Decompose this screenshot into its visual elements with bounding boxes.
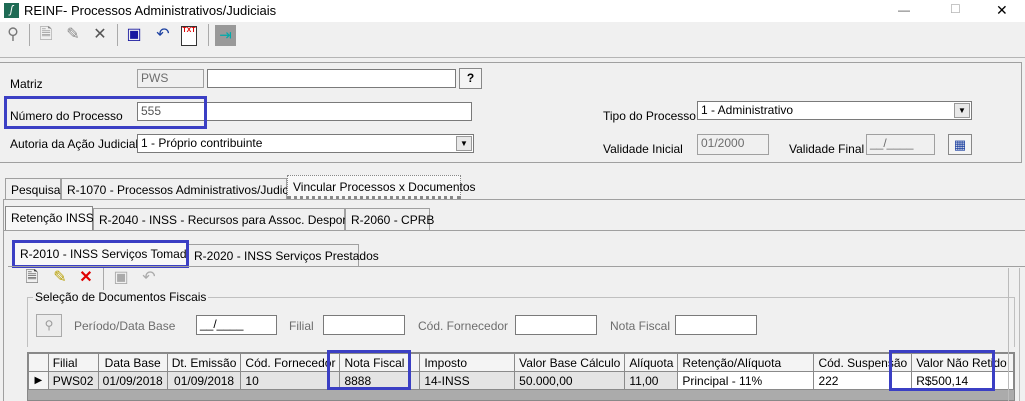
edit-icon[interactable]: ✎: [50, 268, 70, 288]
chevron-down-icon[interactable]: ▼: [456, 136, 472, 151]
numero-processo-field[interactable]: 555: [137, 102, 472, 121]
toolbar-separator: [117, 24, 118, 46]
periodo-label: Período/Data Base: [74, 319, 176, 333]
new-document-icon[interactable]: 🗎: [22, 268, 42, 288]
cell-aliquota[interactable]: 11,00: [624, 371, 679, 390]
column-header[interactable]: Cód. Suspensão: [813, 353, 913, 372]
tab-pesquisa[interactable]: Pesquisa: [5, 178, 61, 200]
cell-imposto[interactable]: 14-INSS: [419, 371, 516, 390]
autoria-label: Autoria da Ação Judicial: [10, 137, 139, 151]
tab-retencao-inss[interactable]: Retenção INSS: [5, 206, 94, 230]
main-toolbar: ⚲ 🗎 ✎ ✕ ▣ ↶ TXT ⇥: [0, 22, 1025, 50]
cell-nota-fiscal[interactable]: 8888: [339, 371, 421, 390]
exit-icon[interactable]: ⇥: [215, 25, 236, 46]
chevron-down-icon[interactable]: ▼: [954, 103, 970, 118]
app-icon: ʃ: [4, 3, 19, 18]
help-button[interactable]: ?: [459, 68, 482, 89]
periodo-field[interactable]: __/____: [196, 315, 277, 335]
nota-fiscal-field[interactable]: [675, 315, 757, 335]
autoria-value: 1 - Próprio contribuinte: [141, 136, 263, 150]
table-row[interactable]: ▶ PWS02 01/09/2018 01/09/2018 10 8888 14…: [28, 371, 1014, 390]
cell-filial[interactable]: PWS02: [47, 371, 99, 390]
tab-r1070[interactable]: R-1070 - Processos Administrativos/Judic…: [61, 178, 306, 200]
column-header[interactable]: Filial: [47, 353, 99, 372]
table-header-row: Filial Data Base Dt. Emissão Cód. Fornec…: [28, 353, 1014, 372]
tab-r2040[interactable]: R-2040 - INSS - Recursos para Assoc. Des…: [93, 208, 365, 230]
row-pointer-icon: ▶: [28, 371, 49, 390]
cell-dt-emissao[interactable]: 01/09/2018: [166, 371, 242, 390]
save-icon[interactable]: ▣: [111, 268, 131, 288]
delete-icon[interactable]: ✕: [76, 268, 96, 288]
fornecedor-field[interactable]: [515, 315, 597, 335]
tab-r2010[interactable]: R-2010 - INSS Serviços Tomados: [14, 242, 199, 266]
documents-table: Filial Data Base Dt. Emissão Cód. Fornec…: [28, 353, 1014, 390]
scrollbar[interactable]: [1008, 268, 1020, 401]
undo-icon[interactable]: ↶: [153, 25, 173, 45]
minimize-button[interactable]: —: [898, 3, 910, 17]
tipo-processo-select[interactable]: 1 - Administrativo ▼: [697, 101, 972, 120]
toolbar-separator: [29, 24, 30, 46]
undo-icon[interactable]: ↶: [139, 268, 159, 288]
edit-icon[interactable]: ✎: [63, 25, 83, 45]
save-icon[interactable]: ▣: [124, 25, 144, 45]
matriz-code-field[interactable]: PWS: [137, 69, 204, 88]
column-header[interactable]: Alíquota: [624, 353, 679, 372]
column-header[interactable]: Nota Fiscal: [339, 353, 421, 372]
divider: [0, 57, 1025, 58]
column-header[interactable]: Imposto: [419, 353, 516, 372]
numero-processo-label: Número do Processo: [10, 109, 123, 123]
window-title: REINF- Processos Administrativos/Judicia…: [24, 3, 277, 18]
nota-fiscal-label: Nota Fiscal: [610, 319, 671, 333]
cell-data-base[interactable]: 01/09/2018: [97, 371, 168, 390]
filter-group-title: Seleção de Documentos Fiscais: [33, 290, 209, 304]
filial-field[interactable]: [323, 315, 405, 335]
filial-label: Filial: [289, 319, 314, 333]
title-bar: ʃ REINF- Processos Administrativos/Judic…: [0, 0, 1025, 22]
column-header[interactable]: Retenção/Alíquota: [677, 353, 815, 372]
validade-final-label: Validade Final: [789, 142, 865, 156]
column-header[interactable]: Valor Não Retido: [911, 353, 1014, 372]
calendar-button[interactable]: ▦: [948, 134, 972, 155]
tipo-processo-value: 1 - Administrativo: [701, 103, 794, 117]
validade-inicial-label: Validade Inicial: [603, 142, 683, 156]
search-button[interactable]: ⚲: [36, 314, 62, 337]
column-header[interactable]: Cód. Fornecedor: [240, 353, 341, 372]
column-header[interactable]: Data Base: [97, 353, 168, 372]
cell-cod-suspensao[interactable]: 222: [813, 371, 913, 390]
cell-retencao-aliquota[interactable]: Principal - 11%: [677, 371, 815, 390]
column-header[interactable]: Dt. Emissão: [166, 353, 242, 372]
matriz-name-field[interactable]: [207, 69, 456, 88]
binoculars-icon[interactable]: ⚲: [3, 25, 23, 45]
tab-vincular[interactable]: Vincular Processos x Documentos: [287, 175, 476, 199]
delete-icon[interactable]: ✕: [90, 25, 110, 45]
documents-grid: Filial Data Base Dt. Emissão Cód. Fornec…: [27, 352, 1015, 401]
inner-page-border: [8, 266, 1025, 267]
row-indicator-header: [28, 353, 49, 372]
fornecedor-label: Cód. Fornecedor: [418, 319, 509, 333]
tipo-processo-label: Tipo do Processo: [603, 109, 696, 123]
validade-final-field[interactable]: __/____: [866, 134, 935, 155]
matriz-label: Matriz: [10, 77, 43, 91]
maximize-button[interactable]: ☐: [950, 2, 961, 16]
toolbar-separator: [103, 268, 104, 290]
cell-valor-base[interactable]: 50.000,00: [514, 371, 626, 390]
cell-cod-fornecedor[interactable]: 10: [240, 371, 341, 390]
export-txt-icon[interactable]: TXT: [181, 26, 197, 46]
autoria-select[interactable]: 1 - Próprio contribuinte ▼: [137, 134, 474, 153]
cell-valor-nao-retido[interactable]: R$500,14: [911, 371, 1014, 390]
tab-r2020[interactable]: R-2020 - INSS Serviços Prestados: [188, 244, 379, 266]
subtab-page-border: [4, 230, 1025, 231]
close-button[interactable]: ✕: [996, 2, 1008, 19]
column-header[interactable]: Valor Base Cálculo: [514, 353, 626, 372]
tab-r2060[interactable]: R-2060 - CPRB: [345, 208, 434, 230]
new-document-icon[interactable]: 🗎: [36, 25, 56, 45]
validade-inicial-field[interactable]: 01/2000: [697, 134, 769, 155]
toolbar-separator: [208, 24, 209, 46]
